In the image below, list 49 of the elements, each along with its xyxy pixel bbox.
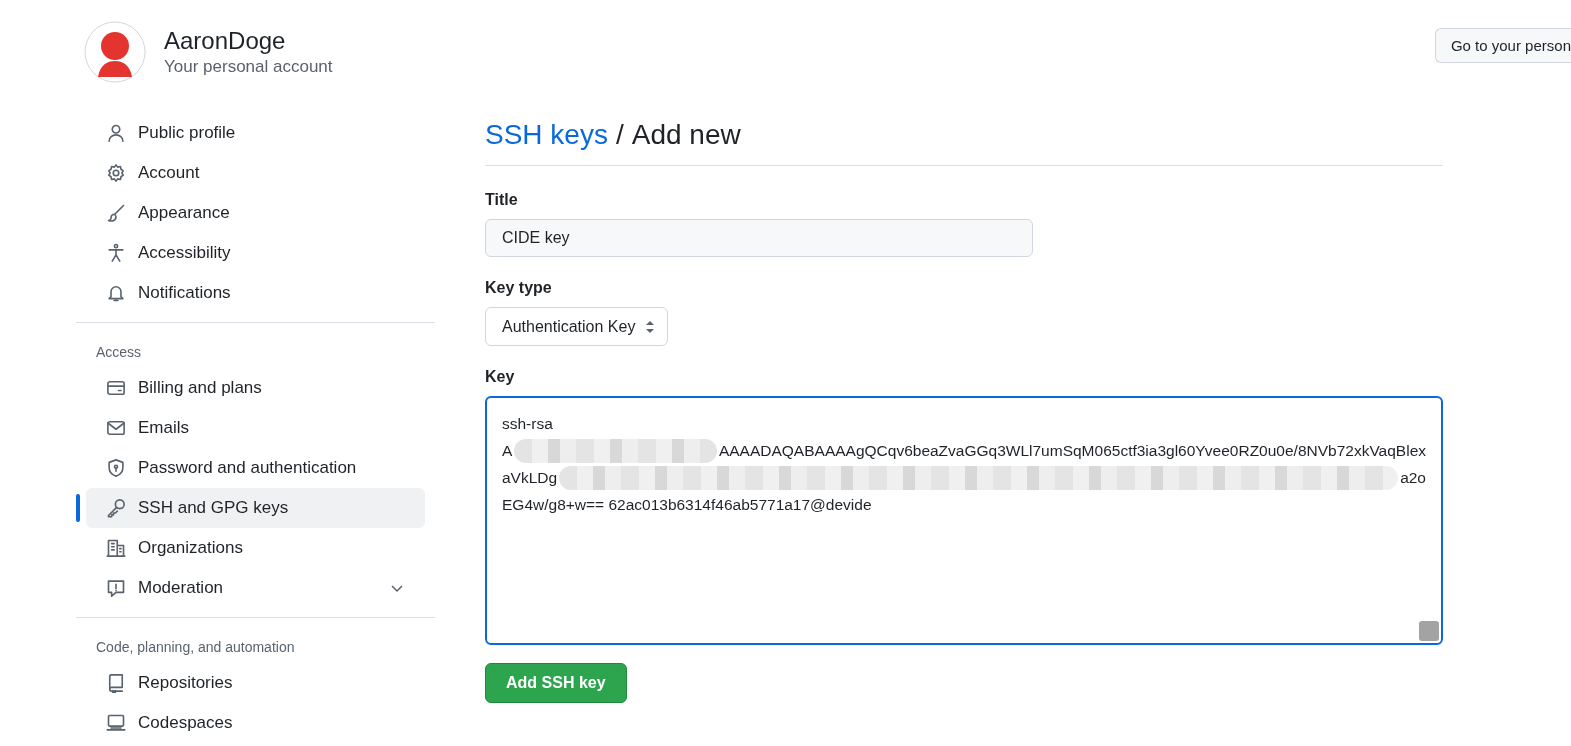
sidebar-item[interactable]: Codespaces xyxy=(86,703,425,743)
title-field[interactable]: CIDE key xyxy=(485,219,1033,257)
sidebar-icon xyxy=(106,673,126,693)
key-text: aVkLDg xyxy=(502,468,558,487)
key-text: EG4w/g8+w== 62ac013b6314f46ab5771a17@devide xyxy=(502,495,872,514)
breadcrumb-separator: / xyxy=(615,119,624,151)
sidebar-item[interactable]: Organizations xyxy=(86,528,425,568)
key-text: ssh-rsa xyxy=(502,414,553,433)
sidebar-icon xyxy=(106,283,126,303)
sidebar-icon xyxy=(106,163,126,183)
sidebar-icon xyxy=(106,713,126,733)
sidebar-item[interactable]: Billing and plans xyxy=(86,368,425,408)
key-field[interactable]: ssh-rsa A AAAADAQABAAAAgQCqv6beaZvaGGq3WLl7umSqM065ctf3ia3gl60Yvee0RZ0u0e/8NVb72xkVaqBlex aVkLDg a2o EG4w/g8+w== 62ac013b6314f46ab5771a17@devide xyxy=(485,396,1443,645)
sidebar-item[interactable]: Repositories xyxy=(86,663,425,703)
sidebar-item[interactable]: Emails xyxy=(86,408,425,448)
key-text: A xyxy=(502,441,513,460)
sidebar-item[interactable]: Moderation xyxy=(86,568,425,608)
selection-indicator xyxy=(76,494,80,522)
sidebar-icon xyxy=(106,203,126,223)
avatar xyxy=(84,21,146,83)
account-name: AaronDoge xyxy=(164,27,287,55)
key-text: a2o xyxy=(1400,468,1426,487)
sort-arrows-icon xyxy=(645,318,656,335)
key-type-select[interactable]: Authentication Key xyxy=(485,307,669,346)
sidebar-item[interactable]: Account xyxy=(86,153,425,193)
account-subtitle: Your personal account xyxy=(164,57,333,77)
field-label: Title xyxy=(485,191,518,209)
section-heading: Code, planning, and automation xyxy=(95,638,296,657)
key-text: AAAADAQABAAAAgQCqv6beaZvaGGq3WLl7umSqM065ctf3ia3gl60Yvee0RZ0u0e/8NVb72xkVaqBlex xyxy=(718,441,1426,460)
sidebar-item[interactable]: Password and authentication xyxy=(86,448,425,488)
sidebar-item[interactable]: Accessibility xyxy=(86,233,425,273)
field-label: Key xyxy=(485,368,515,386)
section-heading: Access xyxy=(95,343,143,362)
sidebar-item[interactable]: Public profile xyxy=(86,113,425,153)
sidebar-item[interactable]: Appearance xyxy=(86,193,425,233)
sidebar-item[interactable]: Notifications xyxy=(86,273,425,313)
breadcrumb-link[interactable]: SSH keys xyxy=(485,119,608,151)
sidebar-icon xyxy=(106,418,126,438)
field-label: Key type xyxy=(485,279,552,297)
page-title: Add new xyxy=(631,119,741,151)
sidebar-icon xyxy=(106,578,126,598)
sidebar-icon xyxy=(106,378,126,398)
resize-handle[interactable] xyxy=(1419,621,1439,641)
sidebar-icon xyxy=(106,498,126,518)
sidebar-icon xyxy=(106,458,126,478)
sidebar-icon xyxy=(106,243,126,263)
sidebar-icon xyxy=(106,538,126,558)
sidebar-icon xyxy=(106,123,126,143)
profile-button[interactable]: Go to your person xyxy=(1434,27,1571,63)
